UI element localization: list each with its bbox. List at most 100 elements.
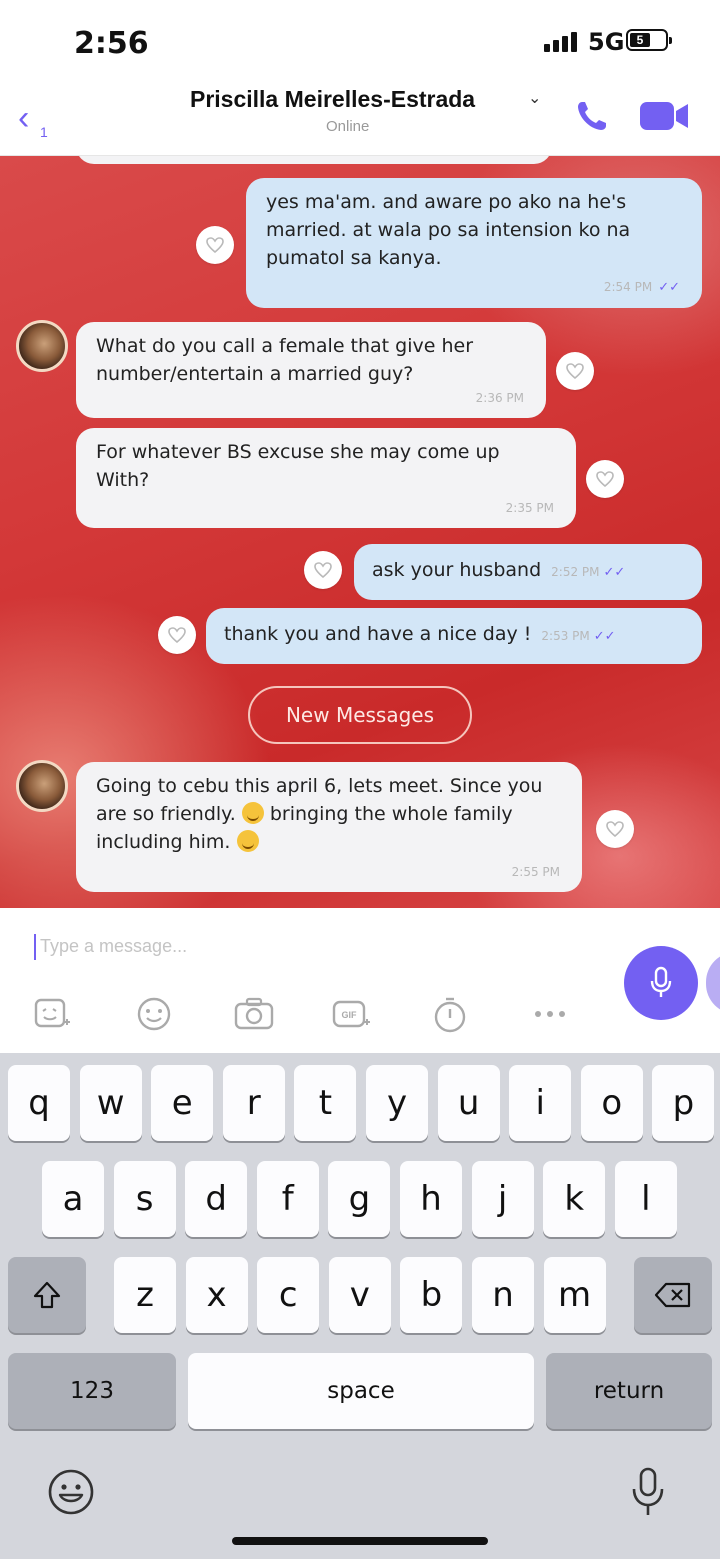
message-time: 2:35 PM <box>505 501 554 515</box>
message-bubble-outgoing[interactable]: ask your husband 2:52 PM ✓✓ <box>354 544 702 600</box>
shift-arrow-icon <box>33 1281 61 1309</box>
message-text: Going to cebu this april 6, lets meet. S… <box>96 775 543 853</box>
video-call-button[interactable] <box>638 98 690 134</box>
phone-icon <box>578 102 606 130</box>
message-time: 2:36 PM <box>475 391 524 405</box>
key-a[interactable]: a <box>42 1161 104 1237</box>
read-ticks-icon: ✓✓ <box>658 280 680 295</box>
key-l[interactable]: l <box>614 1161 677 1237</box>
heart-icon <box>314 562 332 579</box>
message-time: 2:55 PM <box>511 865 560 879</box>
message-bubble-outgoing[interactable]: yes ma'am. and aware po ako na he's marr… <box>246 178 702 308</box>
contact-avatar[interactable] <box>16 320 68 372</box>
key-t[interactable]: t <box>294 1065 357 1141</box>
heart-icon <box>206 237 224 254</box>
key-e[interactable]: e <box>151 1065 214 1141</box>
shift-key[interactable] <box>8 1257 86 1333</box>
backspace-icon <box>654 1282 691 1308</box>
message-bubble-incoming[interactable]: For whatever BS excuse she may come up W… <box>76 428 576 528</box>
like-button[interactable] <box>586 460 624 498</box>
key-h[interactable]: h <box>400 1161 462 1237</box>
chevron-down-icon[interactable]: ⌄ <box>528 88 541 108</box>
key-n[interactable]: n <box>472 1257 534 1333</box>
back-button[interactable]: ‹ 1 <box>18 100 58 140</box>
read-ticks-icon: ✓✓ <box>603 565 626 580</box>
emoji-picker-icon[interactable] <box>132 992 176 1036</box>
key-r[interactable]: r <box>222 1065 285 1141</box>
key-o[interactable]: o <box>580 1065 643 1141</box>
read-ticks-icon: ✓✓ <box>593 629 616 644</box>
like-button[interactable] <box>158 616 196 654</box>
key-d[interactable]: d <box>185 1161 248 1237</box>
more-options-icon[interactable] <box>528 992 572 1036</box>
chat-area[interactable]: yes ma'am. and aware po ako na he's marr… <box>0 156 720 908</box>
key-s[interactable]: s <box>113 1161 176 1237</box>
video-camera-icon <box>640 102 688 130</box>
message-time: 2:53 PM ✓✓ <box>541 629 616 644</box>
chevron-left-icon: ‹ <box>18 99 30 137</box>
message-input[interactable]: Type a message... <box>40 936 187 957</box>
heart-icon <box>606 821 624 838</box>
key-w[interactable]: w <box>79 1065 142 1141</box>
grinning-emoji-icon <box>236 830 259 852</box>
numbers-key[interactable]: 123 <box>8 1353 176 1429</box>
like-button[interactable] <box>196 226 234 264</box>
key-v[interactable]: v <box>328 1257 391 1333</box>
key-g[interactable]: g <box>328 1161 391 1237</box>
message-text: yes ma'am. and aware po ako na he's marr… <box>266 191 631 269</box>
text-cursor <box>34 934 36 960</box>
heart-icon <box>168 627 186 644</box>
phone-call-button[interactable] <box>572 96 612 136</box>
back-badge-count: 1 <box>40 124 48 140</box>
timer-icon[interactable] <box>428 992 472 1036</box>
key-x[interactable]: x <box>185 1257 248 1333</box>
camera-icon[interactable] <box>232 992 276 1036</box>
message-text: What do you call a female that give her … <box>96 335 474 385</box>
key-b[interactable]: b <box>400 1257 463 1333</box>
key-q[interactable]: q <box>8 1065 70 1141</box>
key-f[interactable]: f <box>256 1161 319 1237</box>
key-u[interactable]: u <box>437 1065 500 1141</box>
contact-avatar[interactable] <box>16 760 68 812</box>
new-messages-divider: New Messages <box>248 686 472 744</box>
previous-message-bubble <box>76 156 552 164</box>
message-bubble-incoming[interactable]: What do you call a female that give her … <box>76 322 546 418</box>
space-key[interactable]: space <box>188 1353 534 1429</box>
like-button[interactable] <box>556 352 594 390</box>
key-i[interactable]: i <box>509 1065 572 1141</box>
on-screen-keyboard: qwertyuiop asdfghjkl zxcvbnm 123 space r… <box>0 1053 720 1559</box>
like-button[interactable] <box>304 551 342 589</box>
voice-message-button[interactable] <box>624 946 698 1020</box>
key-c[interactable]: c <box>257 1257 320 1333</box>
key-p[interactable]: p <box>652 1065 715 1141</box>
svg-text:GIF: GIF <box>342 1010 358 1020</box>
contact-name[interactable]: Priscilla Meirelles-Estrada <box>190 86 475 113</box>
chat-header: ‹ 1 Priscilla Meirelles-Estrada ⌄ Online <box>0 80 720 156</box>
heart-icon <box>596 471 614 488</box>
microphone-icon <box>650 966 672 997</box>
dictation-microphone-icon[interactable] <box>628 1465 668 1521</box>
key-m[interactable]: m <box>543 1257 606 1333</box>
key-z[interactable]: z <box>114 1257 176 1333</box>
message-time: 2:52 PM ✓✓ <box>551 565 626 580</box>
heart-icon <box>566 363 584 380</box>
backspace-key[interactable] <box>634 1257 712 1333</box>
message-composer: Type a message... GIF <box>0 908 720 1053</box>
key-y[interactable]: y <box>366 1065 428 1141</box>
secondary-action-button[interactable] <box>706 952 720 1014</box>
sticker-icon[interactable] <box>30 992 74 1036</box>
message-bubble-outgoing[interactable]: thank you and have a nice day ! 2:53 PM ✓✓ <box>206 608 702 664</box>
message-text: ask your husband <box>372 559 542 581</box>
message-time: 2:54 PM ✓✓ <box>603 280 680 295</box>
emoji-keyboard-icon[interactable] <box>46 1467 96 1517</box>
home-indicator <box>232 1537 488 1545</box>
like-button[interactable] <box>596 810 634 848</box>
gif-icon[interactable]: GIF <box>330 992 374 1036</box>
battery-icon: 5 <box>626 29 672 51</box>
key-j[interactable]: j <box>471 1161 534 1237</box>
return-key[interactable]: return <box>546 1353 712 1429</box>
key-k[interactable]: k <box>543 1161 606 1237</box>
message-bubble-incoming[interactable]: Going to cebu this april 6, lets meet. S… <box>76 762 582 892</box>
composer-toolbar: GIF <box>0 992 600 1036</box>
presence-status: Online <box>326 118 370 135</box>
